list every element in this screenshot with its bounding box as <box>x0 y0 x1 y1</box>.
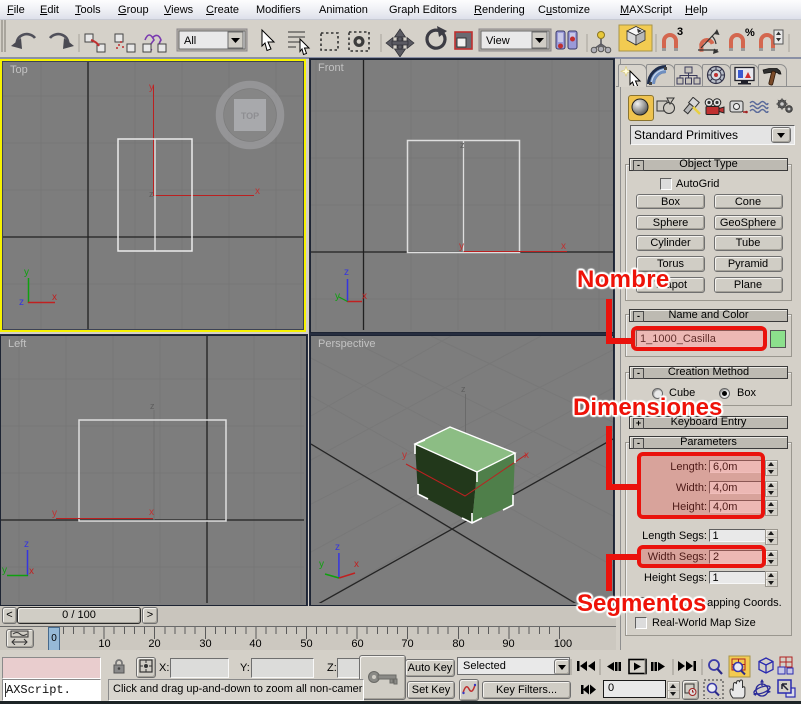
svg-text:x: x <box>29 566 34 577</box>
svg-text:x: x <box>52 292 57 303</box>
svg-text:y: y <box>2 565 7 576</box>
svg-text:y: y <box>335 291 340 302</box>
svg-text:z: z <box>24 539 29 550</box>
svg-text:z: z <box>149 189 154 199</box>
svg-text:z: z <box>344 267 349 278</box>
svg-text:View: View <box>486 35 510 47</box>
svg-text:All: All <box>184 35 196 47</box>
svg-text:y: y <box>459 241 464 252</box>
svg-text:y: y <box>402 450 407 461</box>
svg-text:z: z <box>335 542 340 553</box>
svg-text:z: z <box>460 140 465 150</box>
svg-text:y: y <box>149 82 154 93</box>
svg-text:x: x <box>362 291 367 302</box>
svg-text:x: x <box>561 241 566 252</box>
svg-text:3: 3 <box>677 26 683 38</box>
svg-text:x: x <box>354 559 359 570</box>
svg-text:y: y <box>52 508 57 519</box>
svg-text:x: x <box>524 450 529 461</box>
svg-text:z: z <box>150 401 155 411</box>
svg-text:TOP: TOP <box>241 111 259 121</box>
svg-text:y: y <box>319 559 324 570</box>
svg-text:x: x <box>255 186 260 197</box>
svg-text:z: z <box>461 384 466 394</box>
svg-text:x: x <box>149 507 154 518</box>
svg-text:z: z <box>19 297 24 308</box>
svg-text:y: y <box>24 267 29 278</box>
svg-text:%: % <box>745 27 755 39</box>
